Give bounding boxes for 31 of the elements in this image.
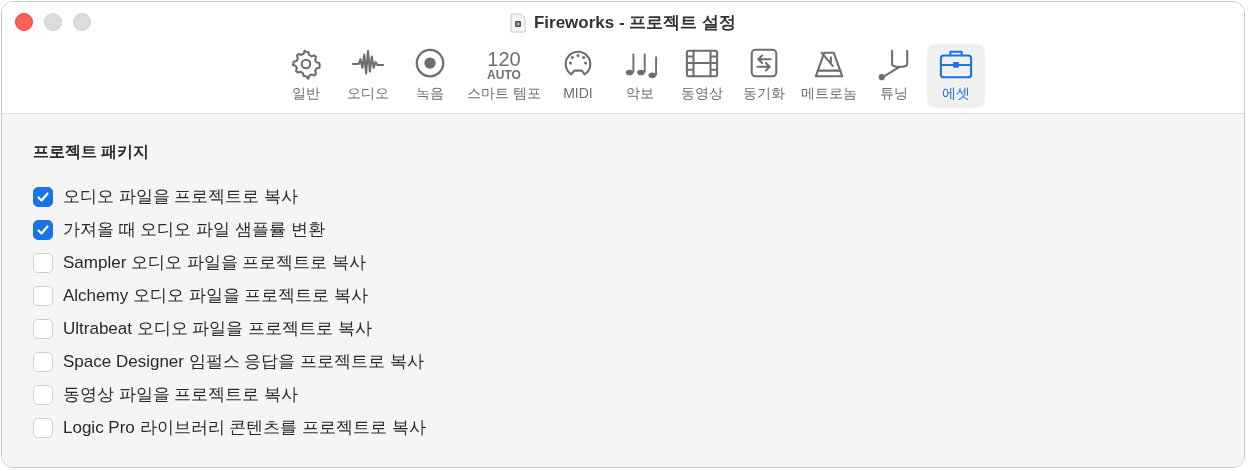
checkbox-label: Space Designer 임펄스 응답을 프로젝트로 복사: [63, 351, 424, 373]
checkbox-label: Sampler 오디오 파일을 프로젝트로 복사: [63, 252, 367, 274]
close-button[interactable]: [15, 13, 33, 31]
checkbox-label: 오디오 파일을 프로젝트로 복사: [63, 186, 299, 208]
toolbar-tab[interactable]: 메트로놈: [796, 44, 861, 108]
toolbar-tab[interactable]: MIDI: [548, 44, 607, 108]
toolbar-tab[interactable]: 동기화: [734, 44, 793, 108]
toolbar-tab[interactable]: 동영상: [672, 44, 731, 108]
checkbox-label: Logic Pro 라이브러리 콘텐츠를 프로젝트로 복사: [63, 417, 426, 439]
checkbox-label: Ultrabeat 오디오 파일을 프로젝트로 복사: [63, 318, 372, 340]
minimize-button[interactable]: [44, 13, 62, 31]
tempo-mode: AUTO: [487, 69, 521, 81]
toolbar-tab[interactable]: 일반: [277, 44, 336, 108]
checkbox[interactable]: [33, 219, 53, 240]
checkbox-label: 가져올 때 오디오 파일 샘플률 변환: [63, 219, 325, 241]
document-icon: [509, 12, 526, 33]
toolbar-tab[interactable]: 악보: [610, 44, 669, 108]
checkmark-icon: [36, 222, 50, 237]
checkbox-label: Alchemy 오디오 파일을 프로젝트로 복사: [63, 285, 369, 307]
toolbar-tab[interactable]: 녹음: [401, 44, 460, 108]
checkmark-icon: [36, 189, 50, 204]
toolbar-tab[interactable]: 오디오: [339, 44, 398, 108]
window-title: Fireworks - 프로젝트 설정: [533, 12, 737, 34]
checkbox-label: 동영상 파일을 프로젝트로 복사: [63, 384, 299, 406]
section-heading: 프로젝트 패키지: [33, 142, 151, 162]
zoom-button[interactable]: [73, 13, 91, 31]
toolbar-tab[interactable]: 120 AUTO 스마트 템포: [463, 44, 545, 108]
toolbar-tab[interactable]: 튜닝: [864, 44, 923, 108]
checkbox[interactable]: [33, 186, 53, 207]
toolbar-tab[interactable]: 에셋: [926, 44, 985, 108]
tempo-value: 120: [487, 49, 521, 69]
